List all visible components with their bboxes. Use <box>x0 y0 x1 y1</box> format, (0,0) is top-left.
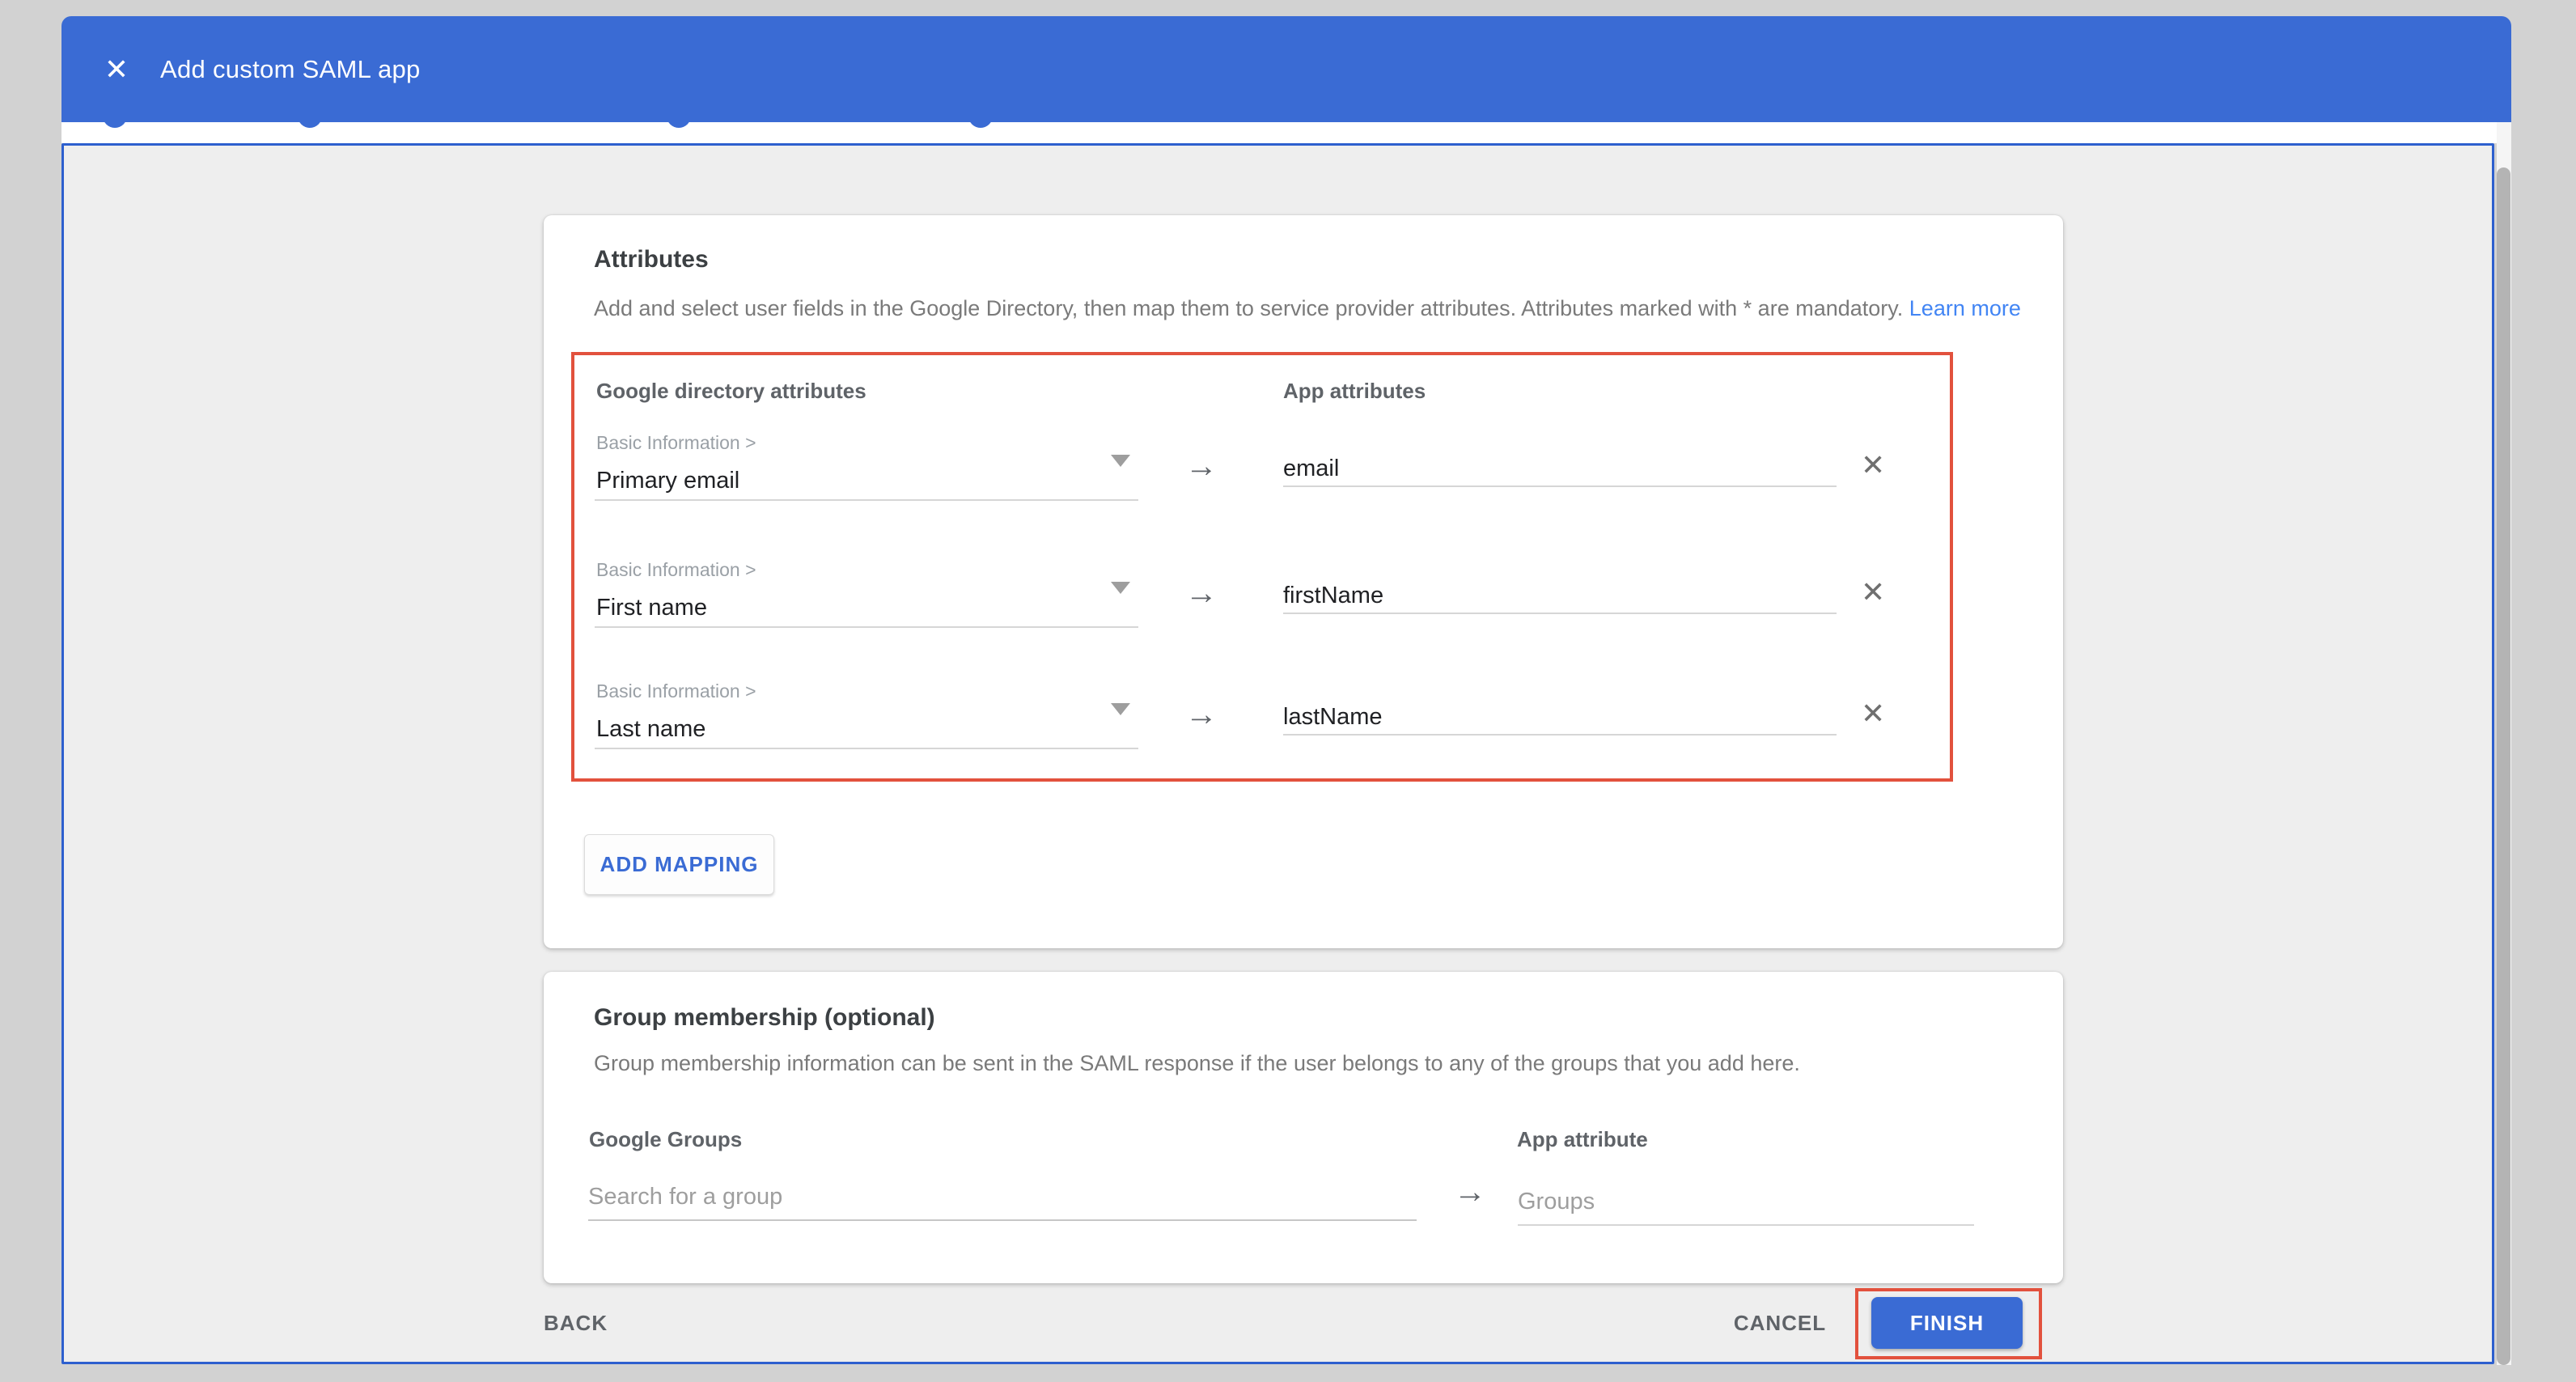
cancel-button[interactable]: CANCEL <box>1723 1311 1837 1336</box>
select-underline <box>595 499 1138 501</box>
attributes-card-title: Attributes <box>594 246 709 273</box>
column-header-app-attribute: App attribute <box>1517 1127 1648 1152</box>
arrow-right-icon: → <box>1185 575 1218 612</box>
dialog-header: ✕ Add custom SAML app <box>61 16 2511 122</box>
learn-more-link[interactable]: Learn more <box>1909 296 2021 320</box>
column-header-google-directory-attributes: Google directory attributes <box>596 379 866 404</box>
remove-mapping-icon[interactable]: ✕ <box>1861 575 1885 609</box>
app-attribute-input[interactable] <box>1283 451 1837 487</box>
groups-attribute-input[interactable] <box>1518 1179 1974 1226</box>
remove-mapping-icon[interactable]: ✕ <box>1861 697 1885 731</box>
attributes-card-description: Add and select user fields in the Google… <box>594 296 2021 321</box>
finish-button[interactable]: FINISH <box>1871 1297 2023 1349</box>
mapping-category-label: Basic Information > <box>596 680 756 702</box>
arrow-right-icon: → <box>1185 448 1218 485</box>
column-header-app-attributes: App attributes <box>1283 379 1426 404</box>
column-header-google-groups: Google Groups <box>589 1127 742 1152</box>
chevron-down-icon <box>1111 455 1130 467</box>
group-membership-card: Group membership (optional) Group member… <box>544 972 2063 1283</box>
chevron-down-icon <box>1111 703 1130 715</box>
remove-mapping-icon[interactable]: ✕ <box>1861 448 1885 482</box>
group-search-input[interactable] <box>588 1174 1417 1221</box>
chevron-down-icon <box>1111 582 1130 594</box>
directory-attribute-select[interactable]: First name <box>596 595 707 621</box>
close-icon[interactable]: ✕ <box>100 55 133 84</box>
directory-attribute-select[interactable]: Last name <box>596 716 705 743</box>
arrow-right-icon: → <box>1185 697 1218 733</box>
add-mapping-button[interactable]: ADD MAPPING <box>584 834 774 895</box>
attributes-card: Attributes Add and select user fields in… <box>544 215 2063 948</box>
header-gap-strip <box>61 122 2511 143</box>
attributes-description-text: Add and select user fields in the Google… <box>594 296 1909 320</box>
group-card-description: Group membership information can be sent… <box>594 1051 1800 1076</box>
app-attribute-input[interactable] <box>1283 579 1837 614</box>
select-underline <box>595 626 1138 628</box>
select-underline <box>595 748 1138 749</box>
arrow-right-icon: → <box>1454 1174 1486 1210</box>
dialog-title: Add custom SAML app <box>160 55 421 84</box>
group-card-title: Group membership (optional) <box>594 1004 935 1032</box>
mapping-category-label: Basic Information > <box>596 432 756 454</box>
app-attribute-input[interactable] <box>1283 700 1837 736</box>
back-button[interactable]: BACK <box>544 1311 665 1336</box>
mapping-category-label: Basic Information > <box>596 559 756 581</box>
directory-attribute-select[interactable]: Primary email <box>596 468 739 494</box>
scrollbar-thumb[interactable] <box>2497 167 2510 1365</box>
